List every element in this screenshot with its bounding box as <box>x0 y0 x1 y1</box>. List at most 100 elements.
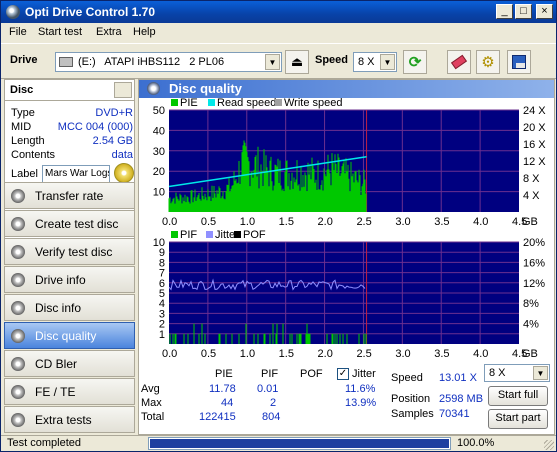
settings-button[interactable]: ⚙ <box>476 50 500 74</box>
disc-icon <box>11 217 25 231</box>
stats-max-jitter: 13.9% <box>345 397 377 409</box>
drive-select[interactable]: (E:) ATAPI iHBS112 2 PL06 ▼ <box>55 52 282 72</box>
disc-info-box: Type DVD+R MID MCC 004 (000) Length 2.54… <box>4 101 135 261</box>
left-panel: Disc Type DVD+R MID MCC 004 (000) Length… <box>4 79 135 435</box>
legend-swatch <box>171 99 178 106</box>
disc-label-input[interactable]: Mars War Logs <box>42 165 110 183</box>
test-speed-value: 8 X <box>489 367 506 379</box>
charts: PIE Read speed Write speed 0.0 0.5 1.0 1.5 2.0 2… <box>139 97 554 368</box>
progress-bar <box>148 437 451 450</box>
speed-label: Speed <box>315 54 349 66</box>
y-tick-label: 50 <box>153 105 165 117</box>
window-title: Opti Drive Control 1.70 <box>25 5 156 19</box>
x-tick-label: 4.0 <box>473 216 488 228</box>
x-tick-label: 3.0 <box>395 348 410 360</box>
chevron-down-icon: ▼ <box>380 54 395 70</box>
y-tick-label: 30 <box>153 146 165 158</box>
x-tick-label: 1.0 <box>240 348 255 360</box>
stats-avg-pif: 0.01 <box>257 383 279 395</box>
info-value: DVD+R <box>95 107 133 119</box>
jitter-checkbox[interactable]: ✓ <box>337 368 349 380</box>
nav-transfer-rate[interactable]: Transfer rate <box>4 182 135 209</box>
info-value: 2.54 GB <box>92 135 133 147</box>
disc-icon <box>147 82 160 95</box>
menu-bar: File Start test Extra Help <box>1 23 556 42</box>
stats-avg-pie: 11.78 <box>209 383 236 395</box>
x-tick-label: 0.0 <box>162 216 177 228</box>
x-tick-label: GB <box>522 348 538 360</box>
nav-verify-test-disc[interactable]: Verify test disc <box>4 238 135 265</box>
disc-info-row: MID MCC 004 (000) <box>11 121 133 134</box>
toolbar: Drive (E:) ATAPI iHBS112 2 PL06 ▼ ⏏ Spee… <box>1 43 556 79</box>
nav-label: Verify test disc <box>35 245 113 259</box>
resize-grip-icon[interactable] <box>544 440 554 450</box>
info-value: data <box>111 149 133 161</box>
nav-disc-quality[interactable]: Disc quality <box>4 322 135 349</box>
nav-extra-tests[interactable]: Extra tests <box>4 406 135 433</box>
panel-title: Disc quality <box>169 81 242 96</box>
nav-cd-bler[interactable]: CD Bler <box>4 350 135 377</box>
speed-stat-label: Speed <box>391 372 423 384</box>
y2-tick-label: 20% <box>523 237 545 249</box>
charts-svg: PIE Read speed Write speed 0.0 0.5 1.0 1.5 2.0 2… <box>153 97 547 360</box>
apply-label-button[interactable] <box>114 163 134 183</box>
menu-start-test[interactable]: Start test <box>38 26 82 38</box>
stats-max-pif: 2 <box>270 397 277 409</box>
position-label: Position <box>391 393 431 405</box>
y2-tick-label: 4% <box>523 319 539 331</box>
start-part-button[interactable]: Start part <box>488 409 548 429</box>
maximize-button[interactable]: □ <box>515 4 532 19</box>
y2-tick-label: 16% <box>523 257 545 269</box>
app-window: Opti Drive Control 1.70 _ □ × File Start… <box>0 0 557 452</box>
legend-swatch <box>275 99 282 106</box>
eject-button[interactable]: ⏏ <box>285 50 309 74</box>
stats-max-pie: 44 <box>221 397 234 409</box>
nav-fe-te[interactable]: FE / TE <box>4 378 135 405</box>
nav-label: Disc quality <box>35 329 97 343</box>
status-text: Test completed <box>7 437 81 449</box>
nav-label: Create test disc <box>35 217 119 231</box>
y-tick-label: 20 <box>153 166 165 178</box>
disc-panel-title: Disc <box>10 84 34 96</box>
disc-info-row: Contents data <box>11 149 133 162</box>
drive-select-value: (E:) ATAPI iHBS112 2 PL06 <box>78 56 225 68</box>
menu-help[interactable]: Help <box>133 26 156 38</box>
legend-swatch <box>171 231 178 238</box>
test-speed-select[interactable]: 8 X ▼ <box>484 364 550 382</box>
y2-tick-label: 4 X <box>523 190 540 202</box>
legend-label: Write speed <box>284 98 343 109</box>
chevron-down-icon: ▼ <box>533 366 548 380</box>
menu-file[interactable]: File <box>9 26 27 38</box>
disc-panel-toggle[interactable] <box>114 82 132 98</box>
y2-tick-label: 8 X <box>523 173 540 185</box>
erase-button[interactable] <box>447 50 471 74</box>
x-tick-label: 2.5 <box>356 348 371 360</box>
nav-label: Extra tests <box>35 413 92 427</box>
x-tick-label: 0.0 <box>162 348 177 360</box>
start-full-button[interactable]: Start full <box>488 386 548 406</box>
stats-header-jitter: Jitter <box>352 368 376 380</box>
minimize-button[interactable]: _ <box>496 4 513 19</box>
save-button[interactable] <box>507 50 531 74</box>
nav-label: FE / TE <box>35 385 76 399</box>
legend-label: PIF <box>180 229 197 241</box>
x-tick-label: 2.5 <box>356 216 371 228</box>
speed-select[interactable]: 8 X ▼ <box>353 52 397 72</box>
eraser-icon <box>450 54 468 70</box>
disc-icon <box>11 301 25 315</box>
nav-disc-info[interactable]: Disc info <box>4 294 135 321</box>
legend-swatch <box>234 231 241 238</box>
disc-icon <box>11 245 25 259</box>
refresh-button[interactable]: ⟳ <box>403 50 427 74</box>
x-tick-label: 3.5 <box>434 216 449 228</box>
x-tick-label: 1.0 <box>240 216 255 228</box>
nav-drive-info[interactable]: Drive info <box>4 266 135 293</box>
x-tick-label: 2.0 <box>318 348 333 360</box>
close-button[interactable]: × <box>536 4 553 19</box>
legend-swatch <box>206 231 213 238</box>
menu-extra[interactable]: Extra <box>96 26 122 38</box>
stats-header-pif: PIF <box>261 368 279 380</box>
disc-icon <box>11 189 25 203</box>
disc-panel-header: Disc <box>4 79 135 101</box>
nav-create-test-disc[interactable]: Create test disc <box>4 210 135 237</box>
